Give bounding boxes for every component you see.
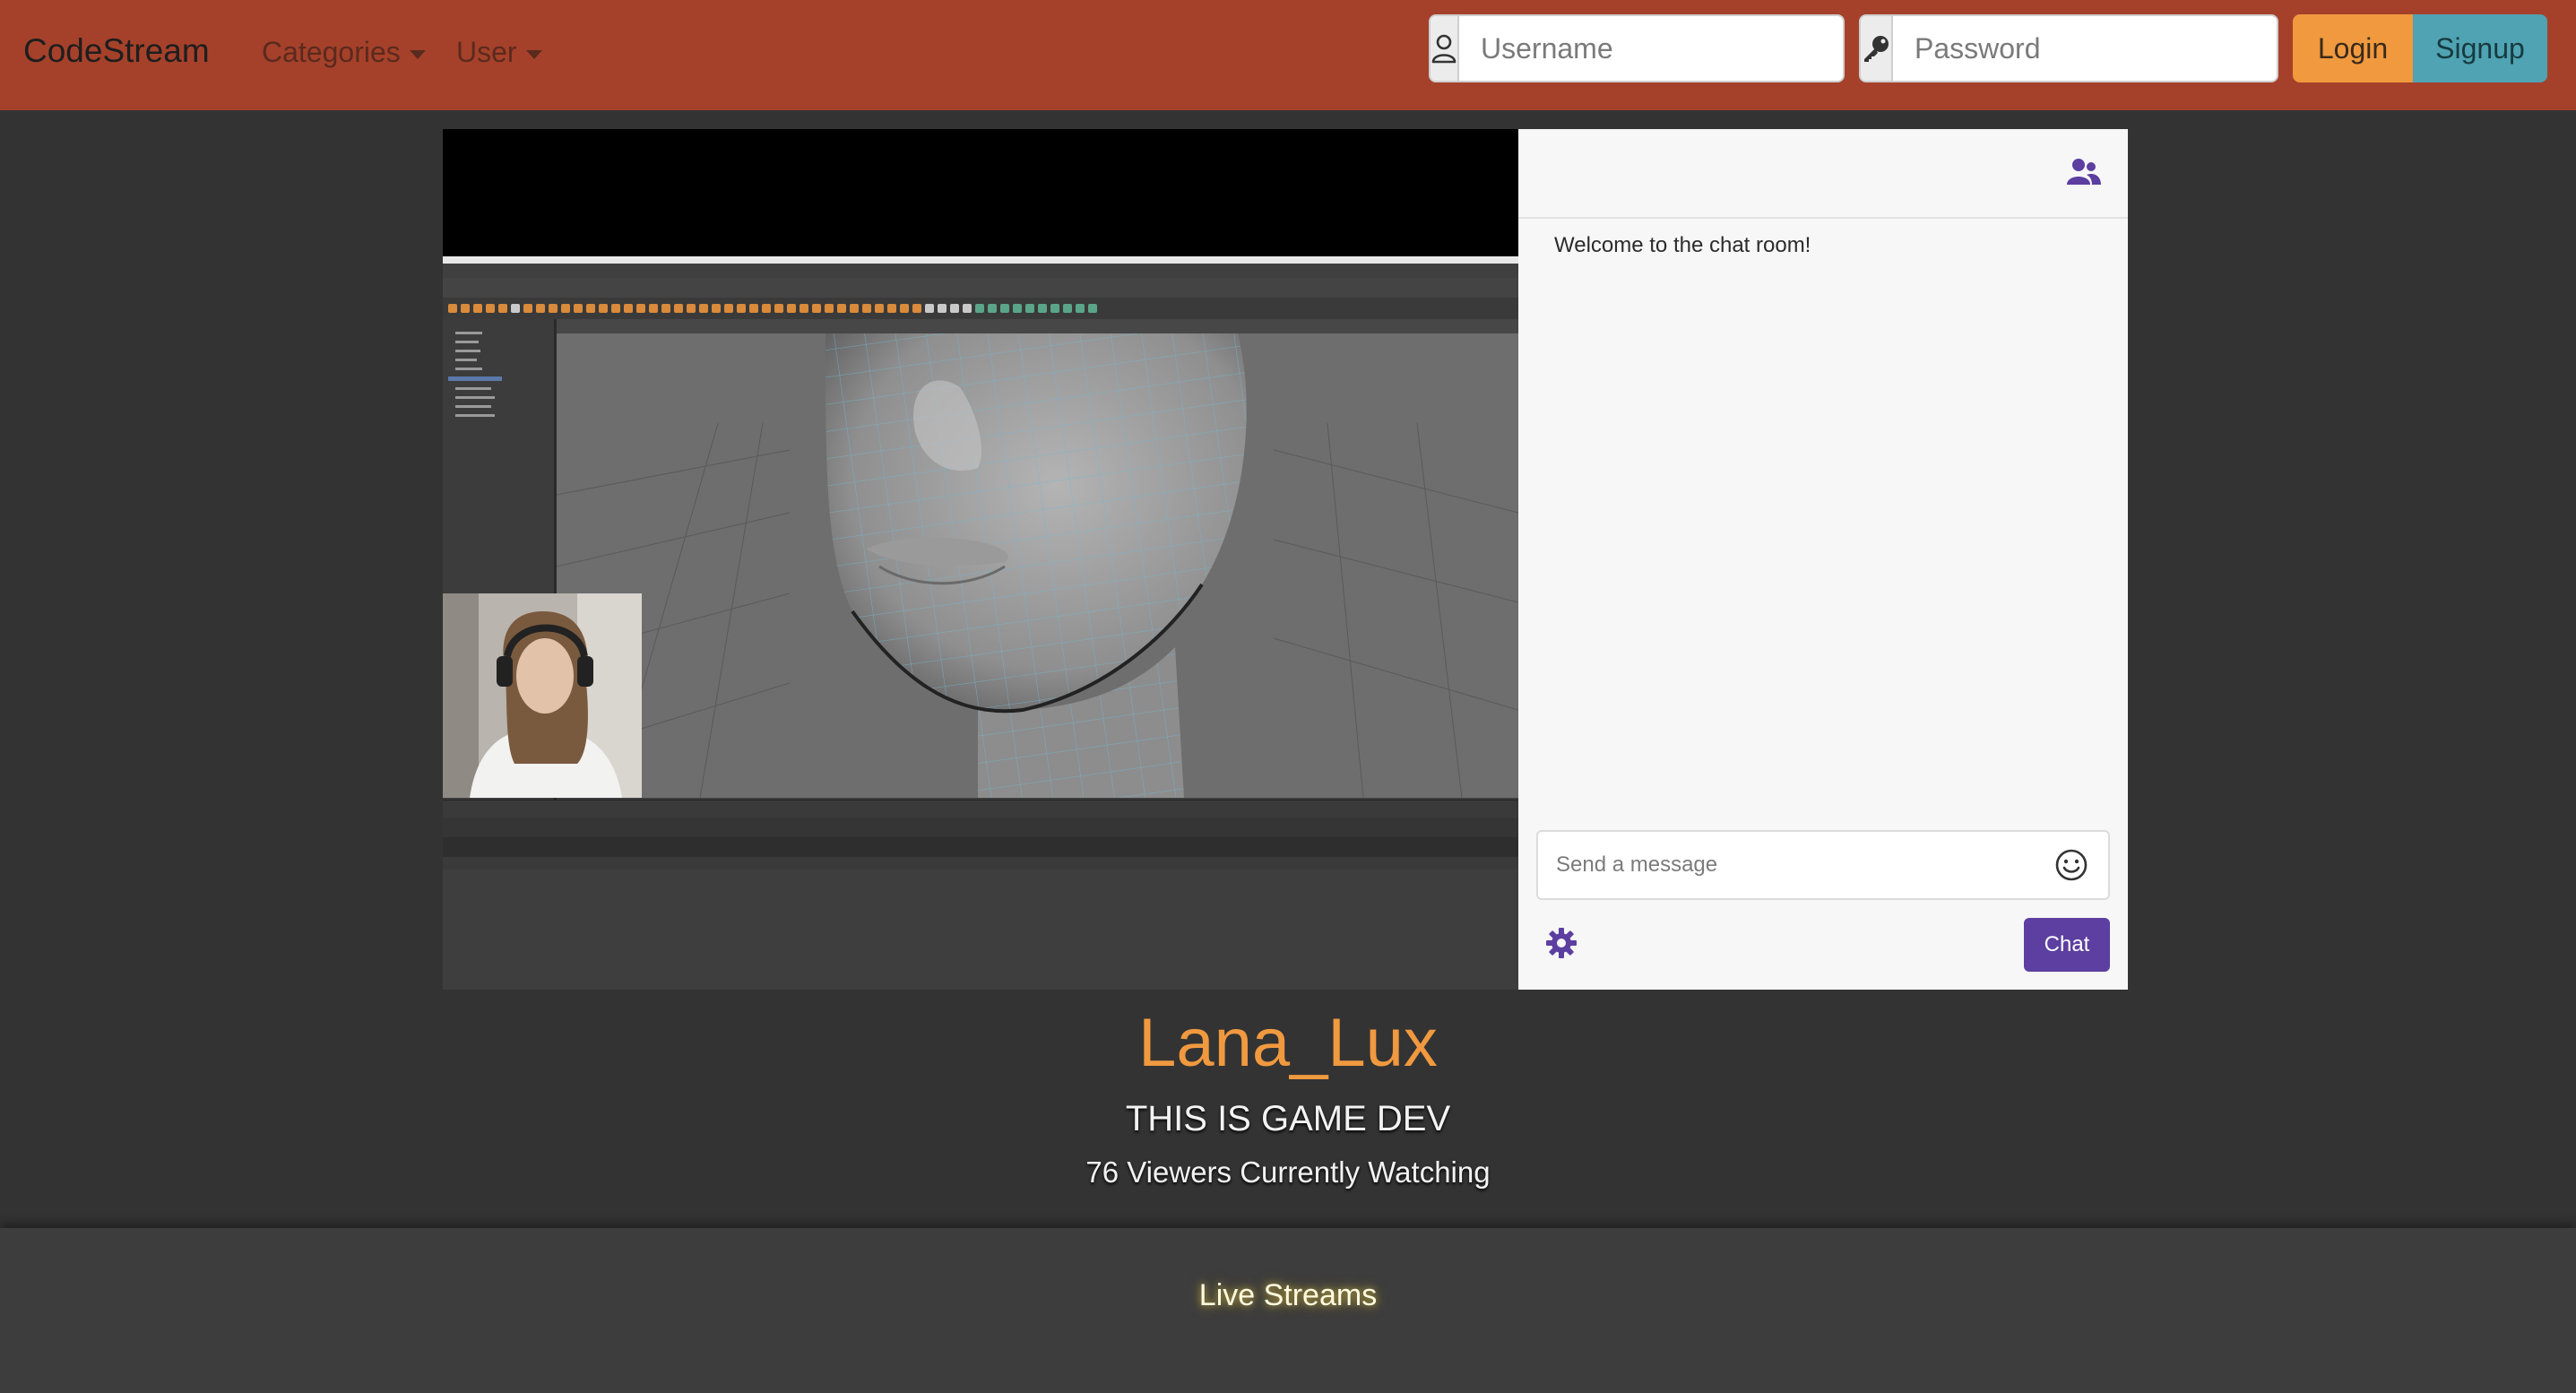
chat-message-input[interactable] (1538, 832, 2076, 898)
stream-title: THIS IS GAME DEV (1125, 1099, 1451, 1138)
streamer-name: Lana_Lux (1138, 1005, 1438, 1081)
app-menubar (443, 264, 1518, 279)
app-toolbar (443, 278, 1518, 298)
viewport-3d (557, 333, 1518, 798)
viewport-toolbar (557, 319, 1518, 333)
smiley-icon[interactable] (2054, 848, 2088, 887)
username-input[interactable] (1459, 16, 1879, 81)
navbar: CodeStream Categories User Login Signup (0, 0, 2576, 110)
user-label: User (456, 36, 517, 68)
key-icon (1861, 16, 1893, 81)
caret-down-icon (409, 49, 426, 59)
chat-header (1518, 129, 2128, 219)
chat-panel: Welcome to the chat room! Chat (1518, 129, 2128, 990)
chat-input-box (1536, 830, 2110, 900)
stream-screen-capture (443, 256, 1518, 990)
app-shelf (443, 298, 1518, 320)
password-group (1859, 14, 2312, 82)
webcam-overlay (443, 593, 642, 798)
user-icon (1431, 16, 1459, 81)
login-button[interactable]: Login (2293, 14, 2413, 82)
gear-icon[interactable] (1545, 927, 1578, 964)
user-dropdown[interactable]: User (456, 36, 542, 69)
app-titlebar (443, 256, 1518, 264)
username-group (1429, 14, 1879, 82)
video-player[interactable] (443, 129, 1518, 990)
chat-welcome-message: Welcome to the chat room! (1554, 233, 1811, 257)
app-range-slider (443, 818, 1518, 837)
users-icon[interactable] (2065, 158, 2101, 191)
app-help-line (443, 857, 1518, 870)
chat-send-button[interactable]: Chat (2024, 918, 2110, 972)
brand-link[interactable]: CodeStream (23, 32, 210, 70)
app-timeline (443, 800, 1518, 818)
caret-down-icon (525, 49, 542, 59)
viewer-count: 76 Viewers Currently Watching (1085, 1155, 1491, 1189)
signup-button[interactable]: Signup (2413, 14, 2547, 82)
categories-dropdown[interactable]: Categories (262, 36, 426, 69)
live-streams-heading: Live Streams (1198, 1278, 1378, 1312)
app-command-line (443, 837, 1518, 857)
categories-label: Categories (262, 36, 401, 68)
password-input[interactable] (1893, 16, 2312, 81)
